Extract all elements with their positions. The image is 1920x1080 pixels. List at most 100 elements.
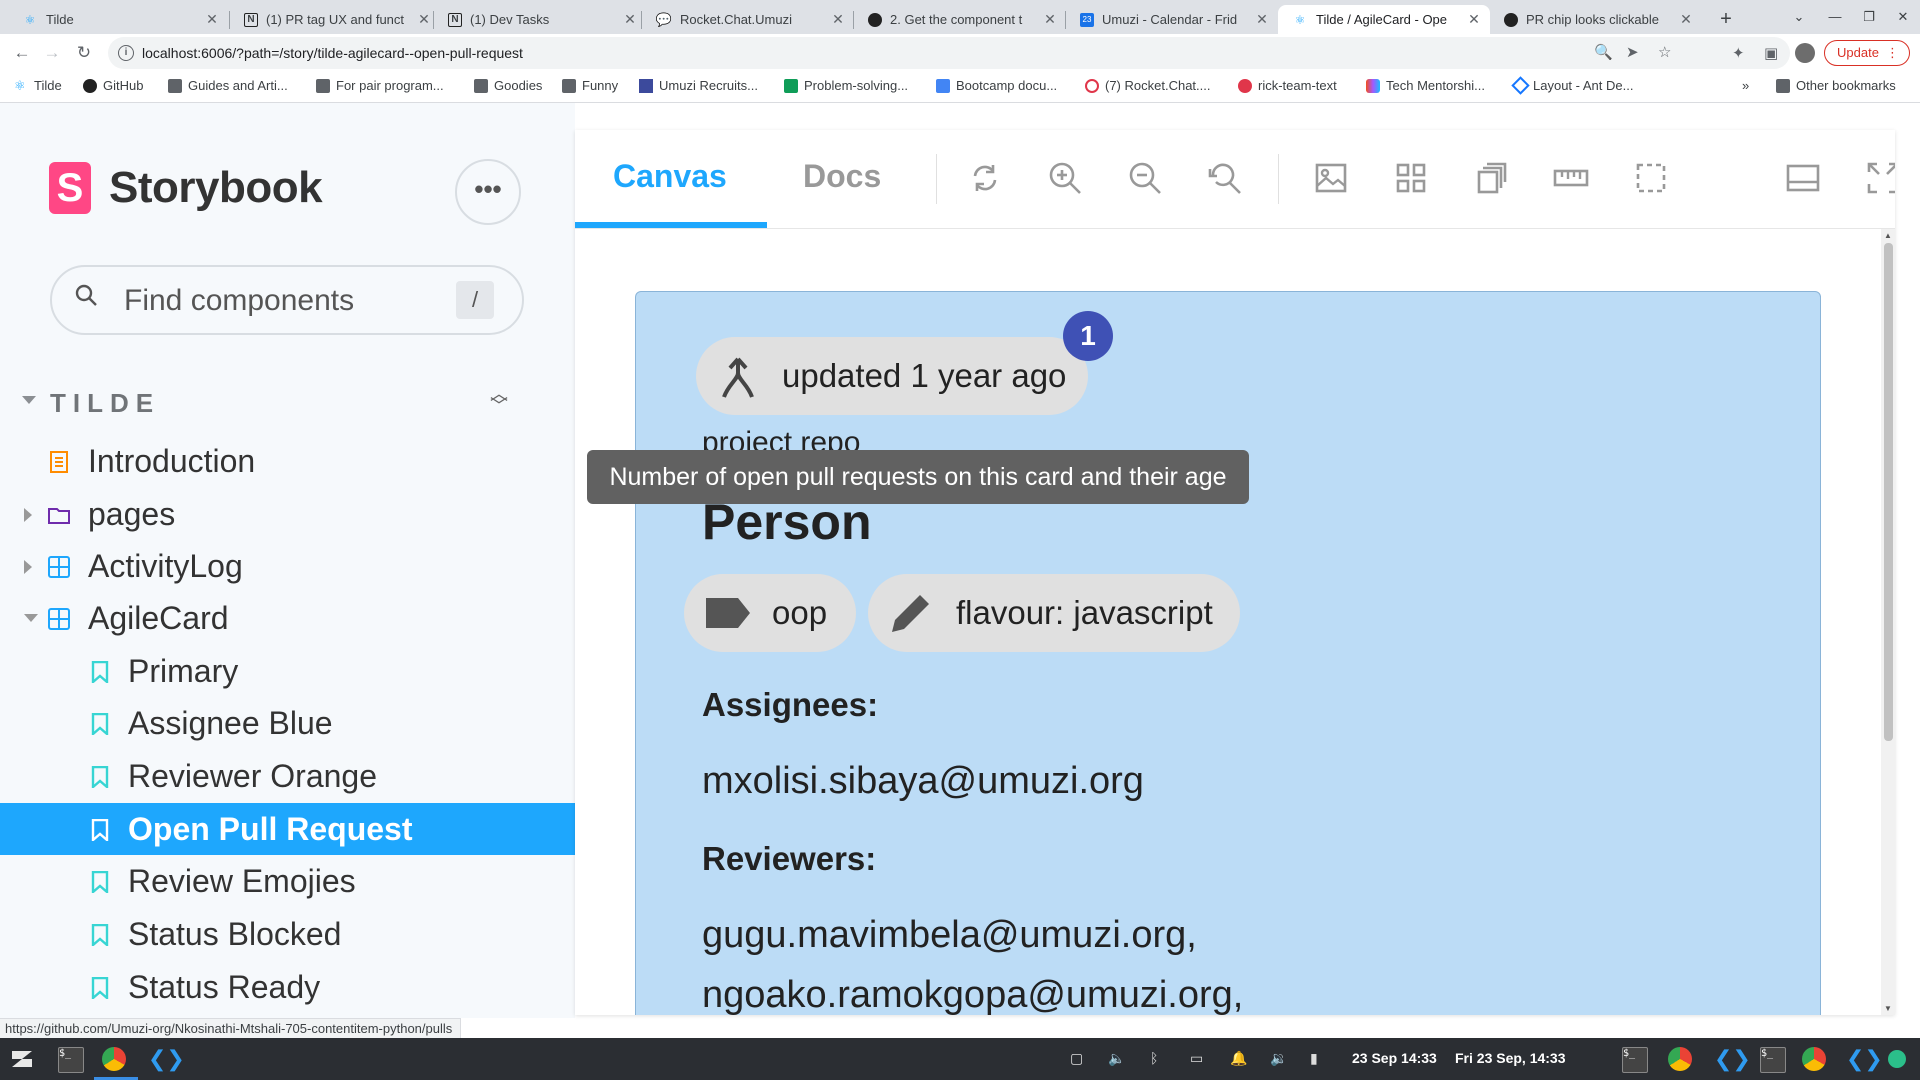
vscode-icon[interactable]: ❮❯ <box>148 1047 185 1071</box>
tab-docs[interactable]: Docs <box>803 158 881 195</box>
speaker-icon[interactable]: 🔉 <box>1270 1050 1287 1067</box>
battery-icon[interactable]: ▮ <box>1310 1050 1318 1067</box>
forward-icon[interactable]: → <box>40 41 64 65</box>
clock-long[interactable]: Fri 23 Sep, 14:33 <box>1455 1050 1566 1066</box>
browser-tab[interactable]: PR chip looks clickable ✕ <box>1490 5 1702 34</box>
bookmark-folder[interactable]: Goodies <box>474 78 542 93</box>
bookmark[interactable]: (7) Rocket.Chat.... <box>1085 78 1210 93</box>
close-icon[interactable]: ✕ <box>620 11 640 28</box>
close-window-icon[interactable]: ✕ <box>1886 0 1920 34</box>
storybook-logo[interactable]: S Storybook <box>49 162 323 214</box>
tree-item-activitylog[interactable]: ActivityLog <box>0 540 575 592</box>
new-tab-button[interactable]: + <box>1712 5 1740 33</box>
tree-item-agilecard[interactable]: AgileCard <box>0 592 575 644</box>
viewport-icon[interactable] <box>1473 160 1509 196</box>
send-icon[interactable]: ➤ <box>1626 43 1639 61</box>
minimize-icon[interactable]: — <box>1818 0 1852 34</box>
tree-item-status-ready[interactable]: Status Ready <box>0 961 575 1013</box>
tab-canvas[interactable]: Canvas <box>613 158 727 195</box>
browser-tab[interactable]: ⚛ Tilde ✕ <box>8 5 228 34</box>
browser-tab[interactable]: 23 Umuzi - Calendar - Frid ✕ <box>1066 5 1278 34</box>
browser-tab[interactable]: N (1) Dev Tasks ✕ <box>434 5 646 34</box>
bluetooth-icon[interactable]: ᛒ <box>1150 1050 1158 1066</box>
tree-item-open-pull-request[interactable]: Open Pull Request <box>0 803 575 855</box>
scroll-down-icon[interactable]: ▼ <box>1884 1004 1892 1013</box>
tree-item-introduction[interactable]: Introduction <box>0 435 575 487</box>
more-menu-button[interactable]: ••• <box>455 159 521 225</box>
tree-item-pages[interactable]: pages <box>0 488 575 540</box>
address-bar[interactable]: i localhost:6006/?path=/story/tilde-agil… <box>108 37 1790 69</box>
outline-icon[interactable] <box>1633 160 1669 196</box>
close-icon[interactable]: ✕ <box>1464 11 1484 28</box>
reload-icon[interactable]: ↻ <box>72 41 96 65</box>
window-icon[interactable]: ▭ <box>1190 1050 1203 1067</box>
caret-down-icon[interactable] <box>22 396 36 404</box>
close-icon[interactable]: ✕ <box>1252 11 1272 28</box>
status-tray-icon[interactable] <box>1888 1050 1906 1068</box>
zoom-out-icon[interactable] <box>1127 160 1163 196</box>
bookmark[interactable]: rick-team-text <box>1238 78 1337 93</box>
terminal-icon[interactable]: $_ <box>1622 1047 1648 1073</box>
tree-item-review-emojies[interactable]: Review Emojies <box>0 855 575 907</box>
terminal-icon[interactable]: $_ <box>58 1047 84 1073</box>
bookmarks-overflow[interactable]: » <box>1742 78 1749 93</box>
tag-chip-oop[interactable]: oop <box>684 574 856 652</box>
close-icon[interactable]: ✕ <box>828 11 848 28</box>
tree-item-reviewer-orange[interactable]: Reviewer Orange <box>0 750 575 802</box>
image-icon[interactable] <box>1313 160 1349 196</box>
update-button[interactable]: Update ⋮ <box>1824 40 1910 66</box>
bookmark-folder[interactable]: For pair program... <box>316 78 444 93</box>
zoom-icon[interactable]: 🔍 <box>1594 43 1613 61</box>
bookmark[interactable]: ⚛ Tilde <box>14 78 62 93</box>
browser-tab[interactable]: 💬 Rocket.Chat.Umuzi ✕ <box>642 5 854 34</box>
chrome-icon[interactable] <box>1668 1047 1692 1071</box>
screen-icon[interactable]: ▢ <box>1070 1050 1083 1067</box>
other-bookmarks[interactable]: Other bookmarks <box>1776 78 1896 93</box>
close-icon[interactable]: ✕ <box>414 11 434 28</box>
close-icon[interactable]: ✕ <box>1040 11 1060 28</box>
reload-icon[interactable] <box>967 160 1003 196</box>
browser-tab[interactable]: 2. Get the component t ✕ <box>854 5 1066 34</box>
zoom-reset-icon[interactable] <box>1207 160 1243 196</box>
pull-request-chip[interactable]: updated 1 year ago <box>696 337 1088 415</box>
bookmark-folder[interactable]: Guides and Arti... <box>168 78 288 93</box>
tag-chip-flavour[interactable]: flavour: javascript <box>868 574 1240 652</box>
star-icon[interactable]: ☆ <box>1658 43 1671 61</box>
clock-short[interactable]: 23 Sep 14:33 <box>1352 1050 1437 1066</box>
url-text[interactable]: localhost:6006/?path=/story/tilde-agilec… <box>142 45 523 61</box>
zorin-menu-icon[interactable] <box>8 1045 36 1073</box>
tree-item-status-blocked[interactable]: Status Blocked <box>0 908 575 960</box>
bookmark[interactable]: Layout - Ant De... <box>1511 76 1633 95</box>
fullscreen-icon[interactable] <box>1865 160 1895 196</box>
bookmark[interactable]: Tech Mentorshi... <box>1366 78 1485 93</box>
panel-icon[interactable] <box>1785 160 1821 196</box>
close-icon[interactable]: ✕ <box>202 11 222 28</box>
tree-item-primary[interactable]: Primary <box>0 645 575 697</box>
search-input[interactable]: Find components / <box>50 265 524 335</box>
tree-item-assignee-blue[interactable]: Assignee Blue <box>0 697 575 749</box>
close-icon[interactable]: ✕ <box>1676 11 1696 28</box>
bookmark-folder[interactable]: Funny <box>562 78 618 93</box>
browser-tab[interactable]: N (1) PR tag UX and funct ✕ <box>230 5 440 34</box>
expand-collapse-icon[interactable]: ︿ ﹀ <box>490 385 508 415</box>
scrollbar-thumb[interactable] <box>1884 243 1893 741</box>
info-icon[interactable]: i <box>118 45 134 61</box>
zoom-in-icon[interactable] <box>1047 160 1083 196</box>
vscode-icon[interactable]: ❮❯ <box>1846 1047 1883 1071</box>
sidepanel-icon[interactable]: ▣ <box>1764 44 1778 62</box>
scroll-up-icon[interactable]: ▲ <box>1884 231 1892 240</box>
terminal-icon[interactable]: $_ <box>1760 1047 1786 1073</box>
restore-icon[interactable]: ❐ <box>1852 0 1886 34</box>
browser-tab-active[interactable]: ⚛ Tilde / AgileCard - Ope ✕ <box>1278 5 1490 34</box>
volume-icon[interactable]: 🔈 <box>1108 1050 1125 1067</box>
puzzle-icon[interactable]: ✦ <box>1732 44 1745 62</box>
grid-icon[interactable] <box>1393 160 1429 196</box>
bookmark[interactable]: GitHub <box>83 78 143 93</box>
canvas-scrollbar[interactable]: ▲ ▼ <box>1881 229 1895 1015</box>
chrome-icon[interactable] <box>1802 1047 1826 1071</box>
vscode-icon[interactable]: ❮❯ <box>1714 1047 1751 1071</box>
back-icon[interactable]: ← <box>10 41 34 65</box>
bell-icon[interactable]: 🔔 <box>1230 1050 1247 1067</box>
bookmark[interactable]: Umuzi Recruits... <box>639 78 758 93</box>
bookmark[interactable]: Bootcamp docu... <box>936 78 1057 93</box>
